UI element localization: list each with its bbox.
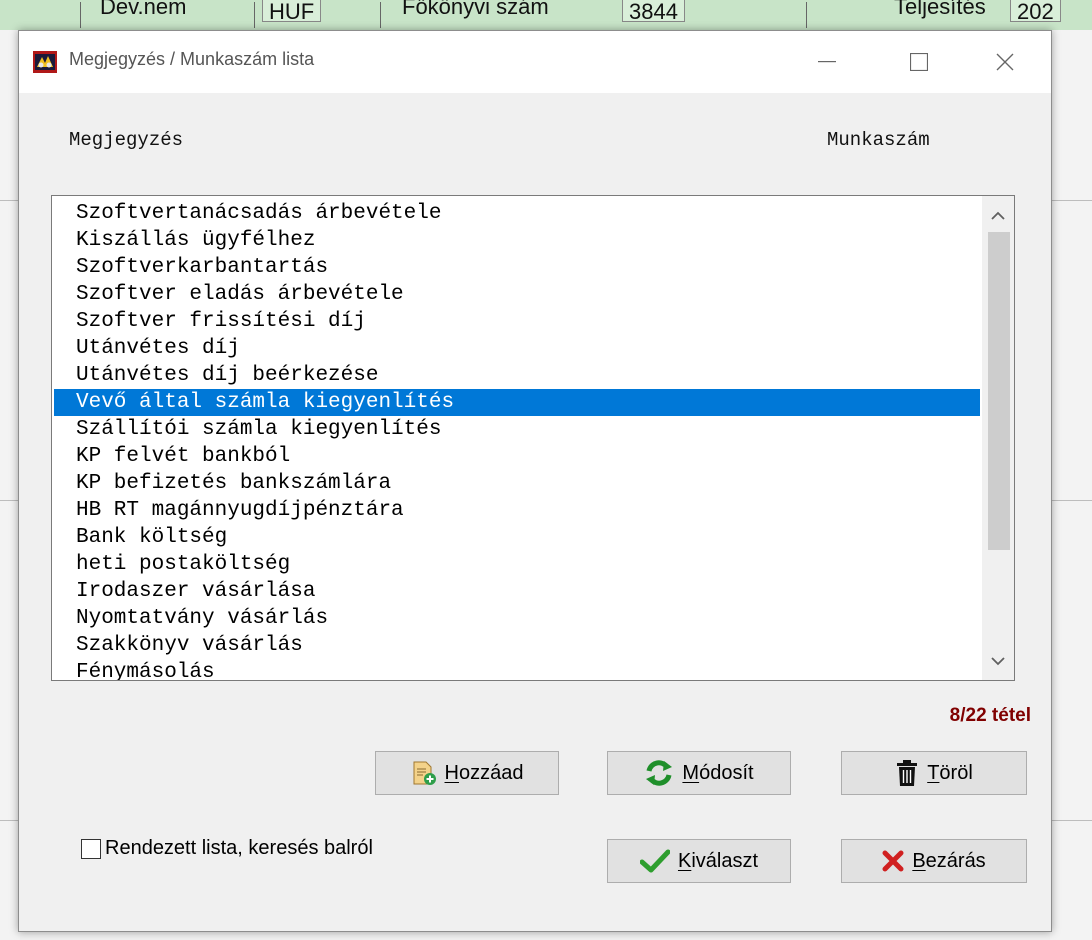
list-item[interactable]: Bank költség bbox=[54, 524, 980, 551]
refresh-icon bbox=[646, 760, 673, 786]
background-header-strip: Dev.nem HUF Főkönyvi szám 3844 Teljesíté… bbox=[0, 0, 1092, 31]
close-button-label: Bezárás bbox=[912, 849, 986, 872]
bg-currency-value[interactable]: HUF bbox=[262, 0, 322, 24]
scroll-thumb[interactable] bbox=[988, 232, 1010, 550]
delete-button-label: Töröl bbox=[927, 761, 973, 784]
close-icon bbox=[996, 53, 1014, 71]
list-items-container: Szoftvertanácsadás árbevétele Kiszállás ü… bbox=[54, 200, 980, 680]
list-item[interactable]: Szoftvertanácsadás árbevétele bbox=[54, 200, 980, 227]
list-item[interactable]: Utánvétes díj beérkezése bbox=[54, 362, 980, 389]
chevron-down-icon bbox=[991, 656, 1005, 665]
bg-fulfillment-label: Teljesítés bbox=[894, 0, 986, 19]
title-bar[interactable]: Megjegyzés / Munkaszám lista bbox=[19, 31, 1051, 93]
scroll-up-button[interactable] bbox=[982, 200, 1014, 230]
add-button-label: Hozzáad bbox=[444, 761, 524, 784]
column-header-munkaszam: Munkaszám bbox=[827, 129, 930, 151]
minimize-icon bbox=[818, 61, 836, 63]
list-item[interactable]: KP befizetés bankszámlára bbox=[54, 470, 980, 497]
maximize-button[interactable] bbox=[873, 31, 965, 93]
sorted-list-label: Rendezett lista, keresés balról bbox=[105, 837, 373, 859]
bg-divider bbox=[0, 500, 20, 501]
list-item[interactable]: heti postaköltség bbox=[54, 551, 980, 578]
maximize-icon bbox=[910, 53, 928, 71]
list-item[interactable]: Utánvétes díj bbox=[54, 335, 980, 362]
scroll-down-button[interactable] bbox=[982, 646, 1014, 676]
list-item[interactable]: Fénymásolás bbox=[54, 659, 980, 680]
red-x-icon bbox=[882, 850, 904, 872]
bg-ledger-label: Főkönyvi szám bbox=[402, 0, 549, 19]
modify-button-label: Módosít bbox=[682, 761, 754, 784]
list-item[interactable]: Vevő által számla kiegyenlítés bbox=[54, 389, 980, 416]
select-button-label: Kiválaszt bbox=[677, 849, 759, 872]
list-item[interactable]: Kiszállás ügyfélhez bbox=[54, 227, 980, 254]
bg-separator bbox=[254, 2, 255, 28]
minimize-button[interactable] bbox=[781, 31, 873, 93]
background-right-edge bbox=[1050, 30, 1092, 940]
list-item[interactable]: Irodaszer vásárlása bbox=[54, 578, 980, 605]
list-item[interactable]: HB RT magánnyugdíjpénztára bbox=[54, 497, 980, 524]
bg-separator bbox=[380, 2, 381, 28]
bg-separator bbox=[80, 2, 81, 28]
checkmark-icon bbox=[639, 849, 670, 873]
add-button[interactable]: Hozzáad bbox=[375, 751, 559, 795]
app-logo-icon bbox=[33, 51, 57, 73]
bg-separator bbox=[806, 2, 807, 28]
bg-divider bbox=[0, 200, 20, 201]
background-left-edge bbox=[0, 30, 20, 940]
bg-divider bbox=[1050, 820, 1092, 821]
chevron-up-icon bbox=[991, 211, 1005, 220]
bg-ledger-value[interactable]: 3844 bbox=[622, 0, 685, 24]
list-item[interactable]: Szakkönyv vásárlás bbox=[54, 632, 980, 659]
close-window-button[interactable] bbox=[959, 31, 1051, 93]
delete-button[interactable]: Töröl bbox=[841, 751, 1027, 795]
select-button[interactable]: Kiválaszt bbox=[607, 839, 791, 883]
sorted-list-checkbox[interactable] bbox=[81, 838, 101, 859]
list-item[interactable]: Szoftver frissítési díj bbox=[54, 308, 980, 335]
bg-fulfillment-value[interactable]: 202 bbox=[1010, 0, 1061, 24]
list-item[interactable]: Nyomtatvány vásárlás bbox=[54, 605, 980, 632]
megjegyzes-dialog: Megjegyzés / Munkaszám lista Megjegyzés … bbox=[18, 30, 1052, 932]
column-header-megjegyzes: Megjegyzés bbox=[69, 129, 184, 151]
list-item[interactable]: KP felvét bankból bbox=[54, 443, 980, 470]
bg-divider bbox=[1050, 200, 1092, 201]
dialog-title: Megjegyzés / Munkaszám lista bbox=[69, 49, 315, 69]
close-button[interactable]: Bezárás bbox=[841, 839, 1027, 883]
bg-divider bbox=[0, 820, 20, 821]
bg-currency-label: Dev.nem bbox=[100, 0, 187, 19]
add-document-icon bbox=[413, 761, 436, 785]
trash-icon bbox=[897, 760, 918, 786]
list-item[interactable]: Szállítói számla kiegyenlítés bbox=[54, 416, 980, 443]
modify-button[interactable]: Módosít bbox=[607, 751, 791, 795]
list-item[interactable]: Szoftver eladás árbevétele bbox=[54, 281, 980, 308]
item-count-label: 8/22 tétel bbox=[949, 705, 1031, 726]
vertical-scrollbar[interactable] bbox=[982, 196, 1014, 680]
list-item[interactable]: Szoftverkarbantartás bbox=[54, 254, 980, 281]
bg-divider bbox=[1050, 500, 1092, 501]
sorted-list-option[interactable]: Rendezett lista, keresés balról bbox=[81, 837, 373, 860]
remarks-listbox[interactable]: Szoftvertanácsadás árbevétele Kiszállás ü… bbox=[51, 195, 1015, 681]
